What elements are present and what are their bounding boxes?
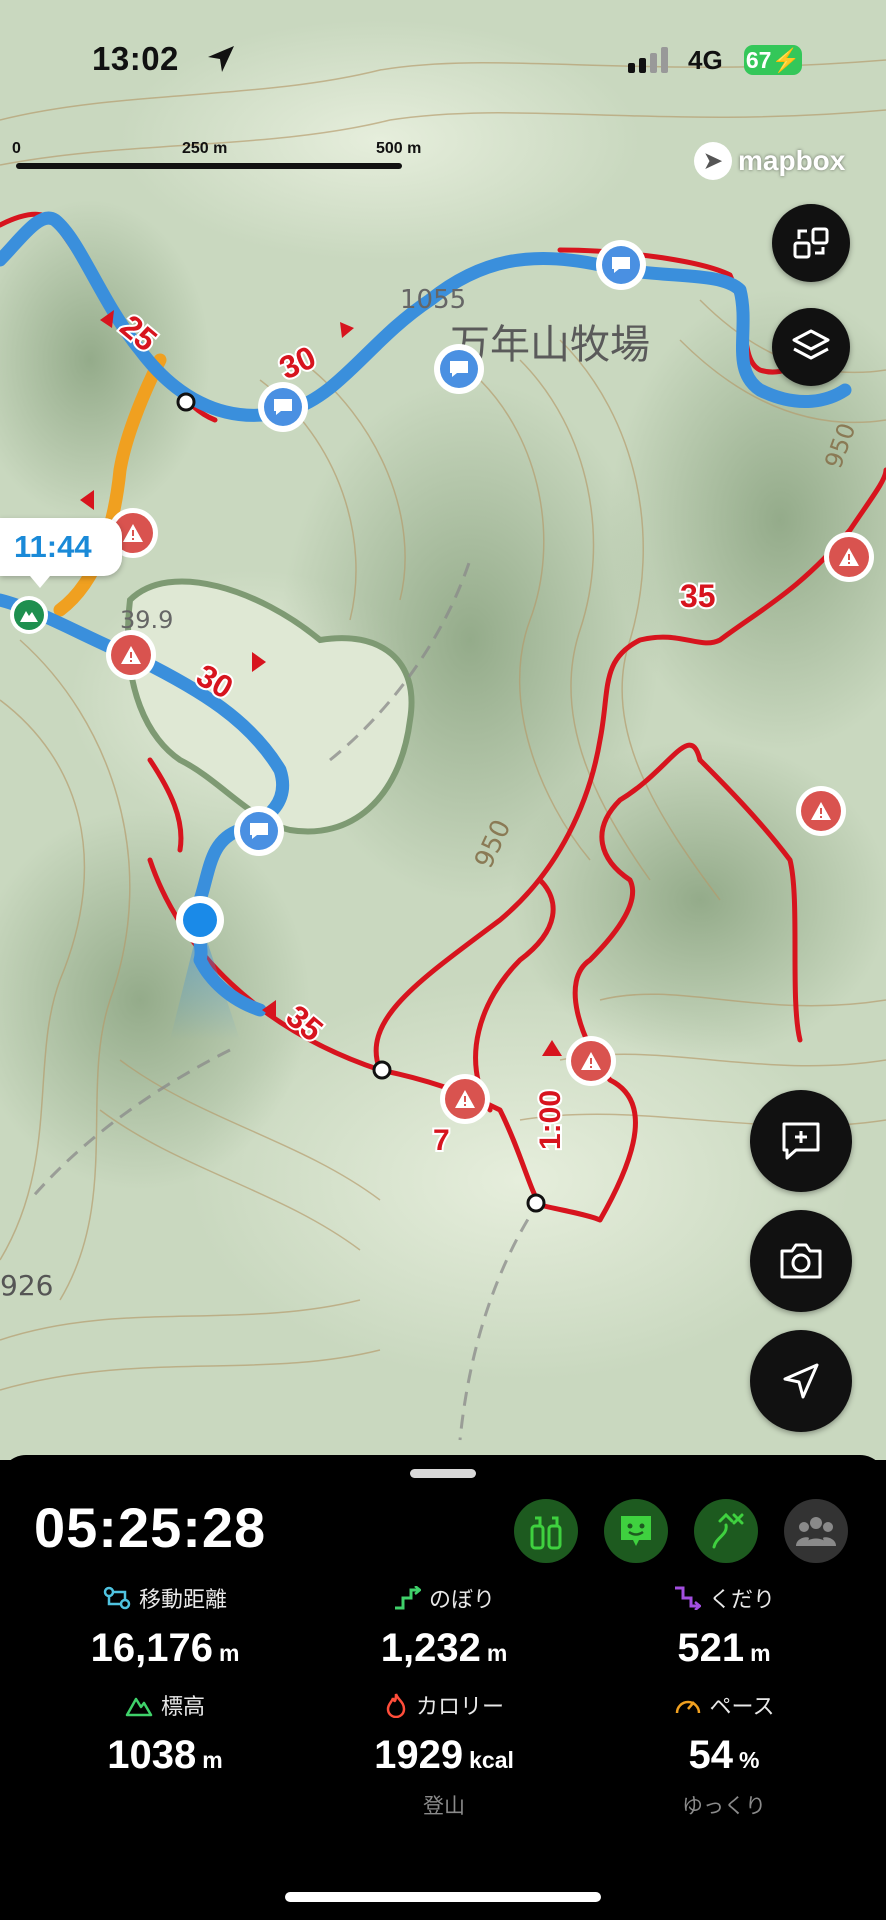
camera-button[interactable]	[750, 1210, 852, 1312]
warning-pin-icon[interactable]	[440, 1074, 490, 1124]
home-indicator[interactable]	[285, 1892, 601, 1902]
time-marker-bubble[interactable]: 11:44	[0, 518, 122, 588]
chat-icon	[621, 1516, 651, 1546]
add-comment-icon	[782, 1122, 820, 1160]
location-arrow-icon	[208, 46, 234, 72]
scale-label: 500 m	[376, 140, 422, 157]
comment-pin-icon[interactable]	[258, 382, 308, 432]
signal-icon	[628, 47, 668, 73]
battery-icon: 67⚡	[744, 45, 802, 75]
warning-pin-icon[interactable]	[106, 630, 156, 680]
navigation-arrow-icon	[783, 1363, 819, 1399]
elapsed-time: 05:25:28	[34, 1496, 267, 1559]
stat-elevation: 標高 1038 m	[107, 1695, 223, 1777]
ascent-icon	[394, 1586, 421, 1610]
stat-distance: 移動距離 16,176 m	[90, 1586, 240, 1670]
comment-pin-icon[interactable]	[434, 344, 484, 394]
comment-button[interactable]	[604, 1499, 668, 1563]
flame-icon	[386, 1693, 406, 1718]
route-time-label: 30	[274, 339, 321, 387]
checkpoint-button[interactable]	[514, 1499, 578, 1563]
elevation-label: 926	[0, 1269, 53, 1302]
warning-pin-icon[interactable]	[824, 532, 874, 582]
mapbox-logo-icon: ➤	[694, 142, 732, 180]
stat-ascent: のぼり 1,232 m	[380, 1586, 508, 1670]
descent-icon	[674, 1586, 701, 1610]
locate-me-button[interactable]	[750, 1330, 852, 1432]
group-button[interactable]	[784, 1499, 848, 1563]
network-label: 4G	[688, 45, 723, 75]
comment-pin-icon[interactable]	[596, 240, 646, 290]
stat-calories: カロリー 1929 kcal 登山	[304, 1689, 584, 1820]
layers-icon	[792, 329, 830, 360]
layers-button[interactable]	[772, 308, 850, 386]
status-time: 13:02	[92, 40, 179, 77]
expand-icon	[793, 227, 829, 259]
comment-pin-icon[interactable]	[234, 806, 284, 856]
warning-pin-icon[interactable]	[566, 1036, 616, 1086]
fit-route-button[interactable]	[772, 204, 850, 282]
add-comment-button[interactable]	[750, 1090, 852, 1192]
route-deviation-icon	[712, 1512, 744, 1549]
elevation-label: 1055	[400, 285, 466, 315]
status-bar: 13:02 4G 67⚡	[0, 0, 886, 110]
route-time-label: 35	[680, 578, 716, 614]
mountain-icon	[125, 1697, 153, 1717]
route-time-label: 7	[433, 1124, 450, 1157]
warning-pin-icon[interactable]	[796, 786, 846, 836]
activity-panel[interactable]: 05:25:28 移動距離 16,176 m のぼり 1,232 m くだり 521…	[0, 1455, 886, 1920]
group-icon	[796, 1517, 836, 1546]
scale-label: 0	[12, 140, 21, 157]
route-time-label: 1:00	[534, 1090, 567, 1150]
mapbox-attribution[interactable]: ➤ mapbox	[694, 140, 845, 182]
stat-descent: くだり 521 m	[584, 1582, 864, 1671]
gauge-icon	[675, 1700, 700, 1714]
scale-label: 250 m	[182, 140, 228, 157]
distance-icon	[103, 1586, 131, 1610]
panel-handle[interactable]	[410, 1469, 476, 1478]
off-route-button[interactable]	[694, 1499, 758, 1563]
map-view[interactable]: 万年山牧場 1055 39.9 950 950 926 25 30 30 35 …	[0, 0, 886, 1460]
stat-pace: ペース 54% ゆっくり	[584, 1689, 864, 1820]
camera-icon	[780, 1243, 822, 1279]
start-marker-icon[interactable]	[10, 596, 48, 634]
bottles-icon	[530, 1516, 562, 1550]
